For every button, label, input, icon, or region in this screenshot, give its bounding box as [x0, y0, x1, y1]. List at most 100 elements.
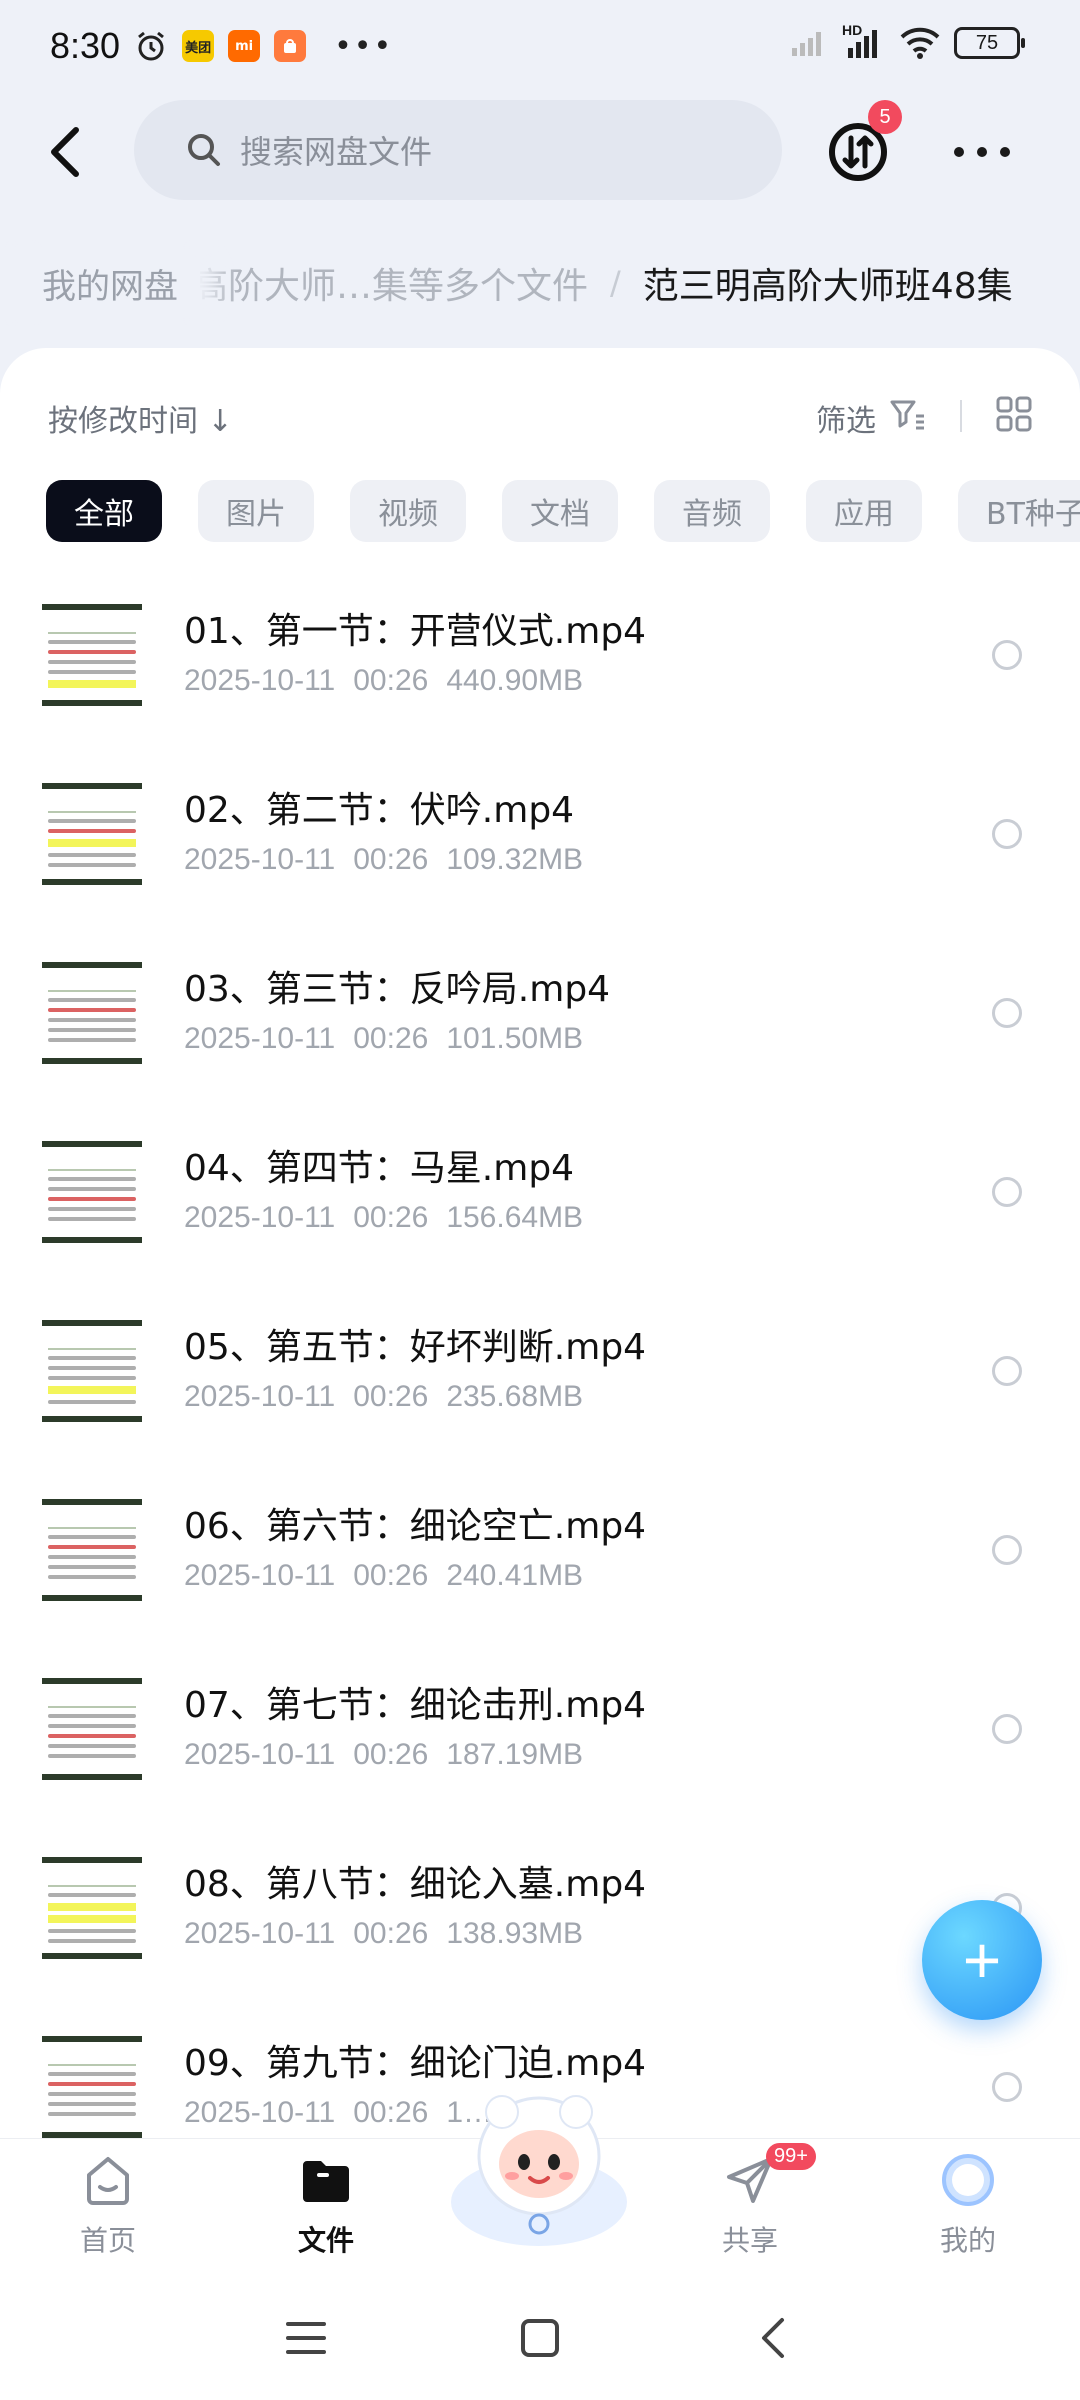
add-button[interactable]: + [922, 1900, 1042, 2020]
back-button[interactable] [36, 120, 96, 184]
search-input[interactable]: 搜索网盘文件 [134, 100, 782, 200]
file-time: 00:26 [353, 664, 429, 697]
file-size: 440.90MB [446, 664, 584, 697]
file-size: 156.64MB [446, 1201, 584, 1234]
breadcrumb: 我的网盘 高阶大师…集等多个文件 / 范三明高阶大师班48集 [0, 240, 1080, 326]
select-radio[interactable] [992, 2072, 1022, 2102]
select-radio[interactable] [992, 1356, 1022, 1386]
signal-weak-icon [792, 32, 821, 56]
filter-chip[interactable]: 音频 [654, 480, 770, 542]
file-date: 2025-10-11 [184, 843, 336, 876]
file-size: 101.50MB [446, 1022, 584, 1055]
file-row[interactable]: 04、第四节：马星.mp4 2025-10-11 00:26 156.64MB [0, 1115, 1080, 1294]
file-row[interactable]: 07、第七节：细论击刑.mp4 2025-10-11 00:26 187.19MB [0, 1652, 1080, 1831]
file-time: 00:26 [353, 1917, 429, 1950]
file-name: 07、第七节：细论击刑.mp4 [184, 1685, 647, 1726]
filter-chip[interactable]: 应用 [806, 480, 922, 542]
select-radio[interactable] [992, 1714, 1022, 1744]
signal-hd-icon: HD [842, 22, 886, 60]
file-size: 187.19MB [446, 1738, 584, 1771]
file-meta: 2025-10-11 00:26 240.41MB [184, 1559, 601, 1593]
filter-chip[interactable]: 全部 [46, 480, 162, 542]
filter-icon[interactable] [888, 394, 928, 434]
filter-button[interactable]: 筛选 [816, 396, 876, 440]
file-row[interactable]: 06、第六节：细论空亡.mp4 2025-10-11 00:26 240.41MB [0, 1473, 1080, 1652]
select-radio[interactable] [992, 819, 1022, 849]
nav-me[interactable]: 我的 [888, 2151, 1048, 2271]
nav-home[interactable]: 首页 [28, 2151, 188, 2271]
file-time: 00:26 [353, 1559, 429, 1592]
status-icons: 美团 mi ••• [134, 29, 393, 64]
xiaomi-app-icon: mi [228, 30, 261, 62]
file-date: 2025-10-11 [184, 1380, 336, 1413]
file-date: 2025-10-11 [184, 2096, 336, 2129]
filter-chip[interactable]: BT种子 [958, 480, 1080, 542]
select-radio[interactable] [992, 998, 1022, 1028]
file-name: 03、第三节：反吟局.mp4 [184, 969, 611, 1010]
select-radio[interactable] [992, 1535, 1022, 1565]
video-thumbnail [42, 1857, 142, 1959]
sort-button[interactable]: 按修改时间 ↓ [48, 396, 233, 440]
nav-files[interactable]: 文件 [246, 2151, 406, 2271]
toolbar-divider [960, 400, 962, 432]
filter-chip[interactable]: 视频 [350, 480, 466, 542]
breadcrumb-root[interactable]: 我的网盘 [0, 246, 200, 320]
share-badge: 99+ [766, 2143, 816, 2170]
file-time: 00:26 [353, 1738, 429, 1771]
battery-level: 75 [975, 31, 999, 54]
file-date: 2025-10-11 [184, 1201, 336, 1234]
menu-icon[interactable] [282, 2314, 330, 2362]
nav-files-label: 文件 [297, 2224, 354, 2257]
file-panel: 按修改时间 ↓ 筛选 全部 图片 视频 文档 音频 应用 BT种子 01、第一节：开营仪式.… [0, 348, 1080, 2138]
shop-app-icon [274, 30, 307, 62]
more-menu-button[interactable] [954, 140, 1010, 164]
file-name: 01、第一节：开营仪式.mp4 [184, 611, 647, 652]
ai-assistant-mascot[interactable] [444, 2084, 634, 2254]
video-thumbnail [42, 1141, 142, 1243]
home-square-icon[interactable] [516, 2314, 564, 2362]
file-meta: 2025-10-11 00:26 109.32MB [184, 843, 601, 877]
breadcrumb-parent[interactable]: 高阶大师…集等多个文件 [192, 257, 588, 309]
breadcrumb-current: 范三明高阶大师班48集 [642, 266, 1013, 307]
file-date: 2025-10-11 [184, 1022, 336, 1055]
battery-icon: 75 [954, 27, 1025, 59]
select-radio[interactable] [992, 640, 1022, 670]
file-meta: 2025-10-11 00:26 235.68MB [184, 1380, 601, 1414]
file-name: 08、第八节：细论入墓.mp4 [184, 1864, 647, 1905]
sort-bar: 按修改时间 ↓ 筛选 [0, 388, 1080, 448]
nav-share[interactable]: 99+ 共享 [670, 2143, 830, 2271]
system-back-icon[interactable] [750, 2314, 798, 2362]
file-name: 05、第五节：好坏判断.mp4 [184, 1327, 647, 1368]
profile-icon [942, 2154, 994, 2206]
search-icon [188, 134, 220, 166]
file-row[interactable]: 05、第五节：好坏判断.mp4 2025-10-11 00:26 235.68MB [0, 1294, 1080, 1473]
file-time: 00:26 [353, 1380, 429, 1413]
alarm-icon [138, 31, 165, 61]
file-name: 04、第四节：马星.mp4 [184, 1148, 575, 1189]
file-list: 01、第一节：开营仪式.mp4 2025-10-11 00:26 440.90MB 02… [0, 578, 1080, 2138]
file-date: 2025-10-11 [184, 1738, 336, 1771]
file-meta: 2025-10-11 00:26 101.50MB [184, 1022, 601, 1056]
file-row[interactable]: 03、第三节：反吟局.mp4 2025-10-11 00:26 101.50MB [0, 936, 1080, 1115]
file-date: 2025-10-11 [184, 1559, 336, 1592]
filter-chip[interactable]: 文档 [502, 480, 618, 542]
file-time: 00:26 [353, 843, 429, 876]
file-size: 138.93MB [446, 1917, 584, 1950]
file-meta: 2025-10-11 00:26 440.90MB [184, 664, 601, 698]
file-date: 2025-10-11 [184, 664, 336, 697]
grid-view-icon[interactable] [994, 394, 1034, 434]
video-thumbnail [42, 962, 142, 1064]
file-name: 09、第九节：细论门迫.mp4 [184, 2043, 647, 2084]
home-icon [87, 2157, 129, 2205]
file-row[interactable]: 01、第一节：开营仪式.mp4 2025-10-11 00:26 440.90MB [0, 578, 1080, 757]
file-row[interactable]: 08、第八节：细论入墓.mp4 2025-10-11 00:26 138.93MB [0, 1831, 1080, 2010]
video-thumbnail [42, 1678, 142, 1780]
video-thumbnail [42, 1320, 142, 1422]
filter-chip[interactable]: 图片 [198, 480, 314, 542]
nav-home-label: 首页 [79, 2224, 136, 2257]
select-radio[interactable] [992, 1177, 1022, 1207]
file-meta: 2025-10-11 00:26 138.93MB [184, 1917, 601, 1951]
file-time: 00:26 [353, 1201, 429, 1234]
file-name: 02、第二节：伏吟.mp4 [184, 790, 575, 831]
file-row[interactable]: 02、第二节：伏吟.mp4 2025-10-11 00:26 109.32MB [0, 757, 1080, 936]
